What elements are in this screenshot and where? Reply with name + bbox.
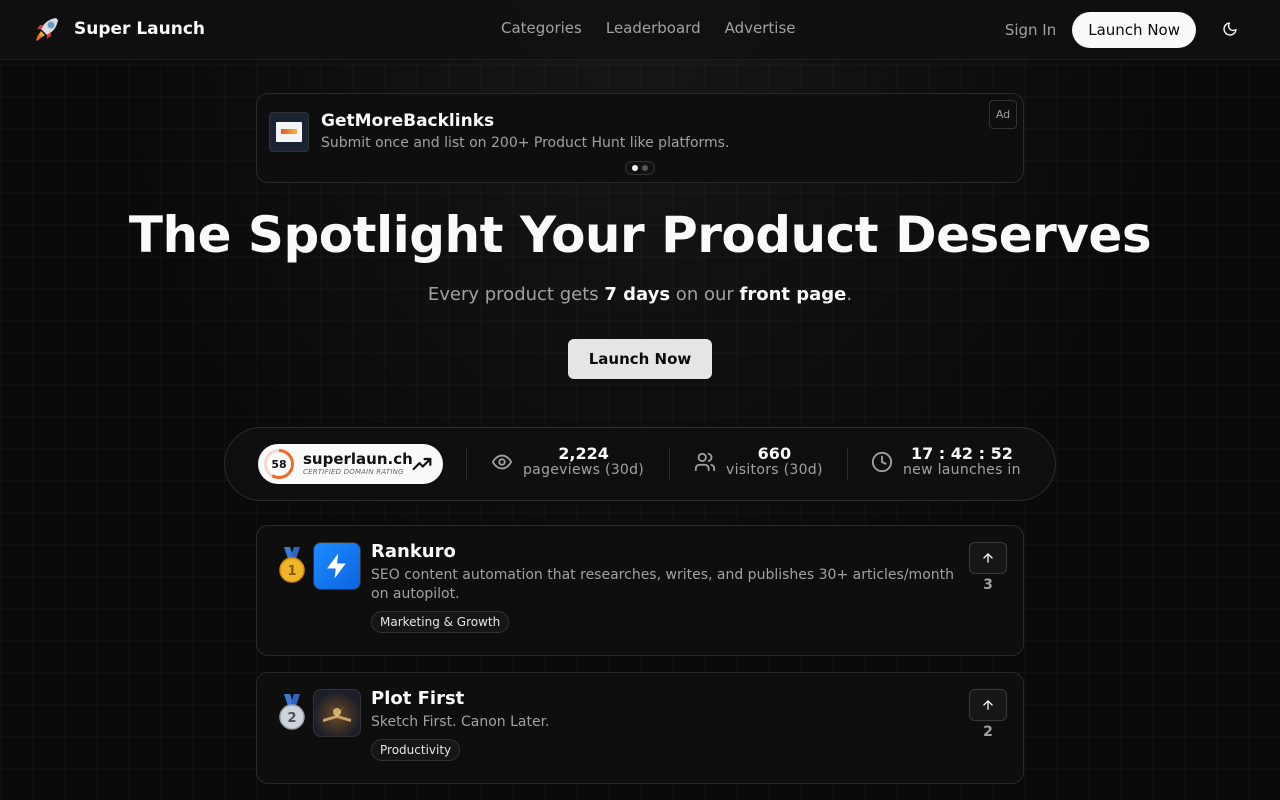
- vote-count: 3: [983, 577, 993, 593]
- domain-rating-caption: CERTIFIED DOMAIN RATING: [303, 468, 404, 476]
- theme-toggle-button[interactable]: [1212, 12, 1248, 48]
- product-description: Sketch First. Canon Later.: [371, 714, 550, 730]
- ad-title: GetMoreBacklinks: [321, 111, 495, 131]
- product-category-tag[interactable]: Marketing & Growth: [371, 611, 510, 633]
- svg-text:1: 1: [287, 564, 296, 579]
- launch-now-header-button[interactable]: Launch Now: [1072, 12, 1196, 48]
- domain-rating-badge[interactable]: 58 superlaun.ch CERTIFIED DOMAIN RATING: [258, 444, 443, 484]
- domain-rating-ring: 58: [264, 449, 294, 479]
- gold-medal-icon: 1: [279, 547, 305, 583]
- ad-description: Submit once and list on 200+ Product Hun…: [321, 135, 730, 151]
- stats-divider: [847, 448, 848, 480]
- ad-logo: [269, 112, 309, 152]
- clock-icon: [871, 451, 893, 472]
- stats-bar: 58 superlaun.ch CERTIFIED DOMAIN RATING …: [224, 427, 1056, 501]
- product-description: SEO content automation that researches, …: [371, 567, 954, 602]
- brand-link[interactable]: Super Launch: [32, 14, 205, 44]
- top-navbar: Super Launch Categories Leaderboard Adve…: [0, 0, 1280, 60]
- countdown-stat: 17 : 42 : 52 new launches in: [871, 445, 1021, 478]
- nav-categories[interactable]: Categories: [501, 19, 582, 37]
- product-logo: [313, 689, 361, 737]
- lightning-icon: [327, 553, 346, 579]
- sign-in-link[interactable]: Sign In: [1005, 21, 1056, 39]
- pageviews-value: 2,224: [558, 444, 609, 463]
- arrow-up-icon: [983, 553, 993, 563]
- countdown-value: 17 : 42 : 52: [910, 444, 1013, 463]
- users-icon: [694, 452, 716, 471]
- svg-text:58: 58: [271, 458, 286, 471]
- product-name[interactable]: Plot First: [371, 688, 464, 709]
- open-book-icon: [323, 705, 351, 722]
- hero-title: The Spotlight Your Product Deserves: [128, 206, 1152, 264]
- nav-advertise[interactable]: Advertise: [725, 19, 796, 37]
- domain-rating-domain: superlaun.ch: [303, 450, 413, 468]
- sponsored-ad-card[interactable]: GetMoreBacklinks Submit once and list on…: [256, 93, 1024, 183]
- product-logo: [313, 542, 361, 590]
- product-category-tag[interactable]: Productivity: [371, 739, 461, 761]
- product-card[interactable]: 1 Rankuro SEO content automation that re…: [256, 525, 1024, 656]
- hero-subtitle: Every product gets 7 days on our front p…: [427, 284, 853, 305]
- ad-carousel-dots: [625, 161, 655, 175]
- header-actions: Sign In Launch Now: [1005, 12, 1248, 48]
- countdown-label: new launches in: [903, 462, 1021, 478]
- eye-icon: [491, 454, 513, 469]
- stats-divider: [669, 448, 670, 480]
- upvote-button[interactable]: [969, 542, 1007, 574]
- pageviews-label: pageviews (30d): [523, 462, 645, 478]
- stats-divider: [466, 448, 467, 480]
- launch-now-hero-button[interactable]: Launch Now: [568, 339, 712, 379]
- moon-icon: [1222, 21, 1238, 40]
- svg-text:2: 2: [287, 711, 296, 726]
- visitors-value: 660: [757, 444, 792, 463]
- main-nav: Categories Leaderboard Advertise: [501, 19, 796, 37]
- carousel-dot-2[interactable]: [642, 165, 648, 171]
- ad-badge: Ad: [989, 100, 1017, 129]
- arrow-up-icon: [983, 700, 993, 710]
- visitors-stat: 660 visitors (30d): [694, 445, 823, 478]
- product-card[interactable]: 2 Plot First Sketch First. Canon Later. …: [256, 672, 1024, 784]
- rocket-icon: [32, 14, 62, 44]
- silver-medal-icon: 2: [279, 694, 305, 730]
- vote-count: 2: [983, 724, 993, 740]
- brand-name: Super Launch: [74, 19, 206, 39]
- carousel-dot-1[interactable]: [632, 165, 638, 171]
- trending-up-icon: [412, 457, 432, 471]
- product-name[interactable]: Rankuro: [371, 541, 456, 562]
- nav-leaderboard[interactable]: Leaderboard: [606, 19, 701, 37]
- visitors-label: visitors (30d): [726, 462, 823, 478]
- pageviews-stat: 2,224 pageviews (30d): [491, 445, 644, 478]
- upvote-button[interactable]: [969, 689, 1007, 721]
